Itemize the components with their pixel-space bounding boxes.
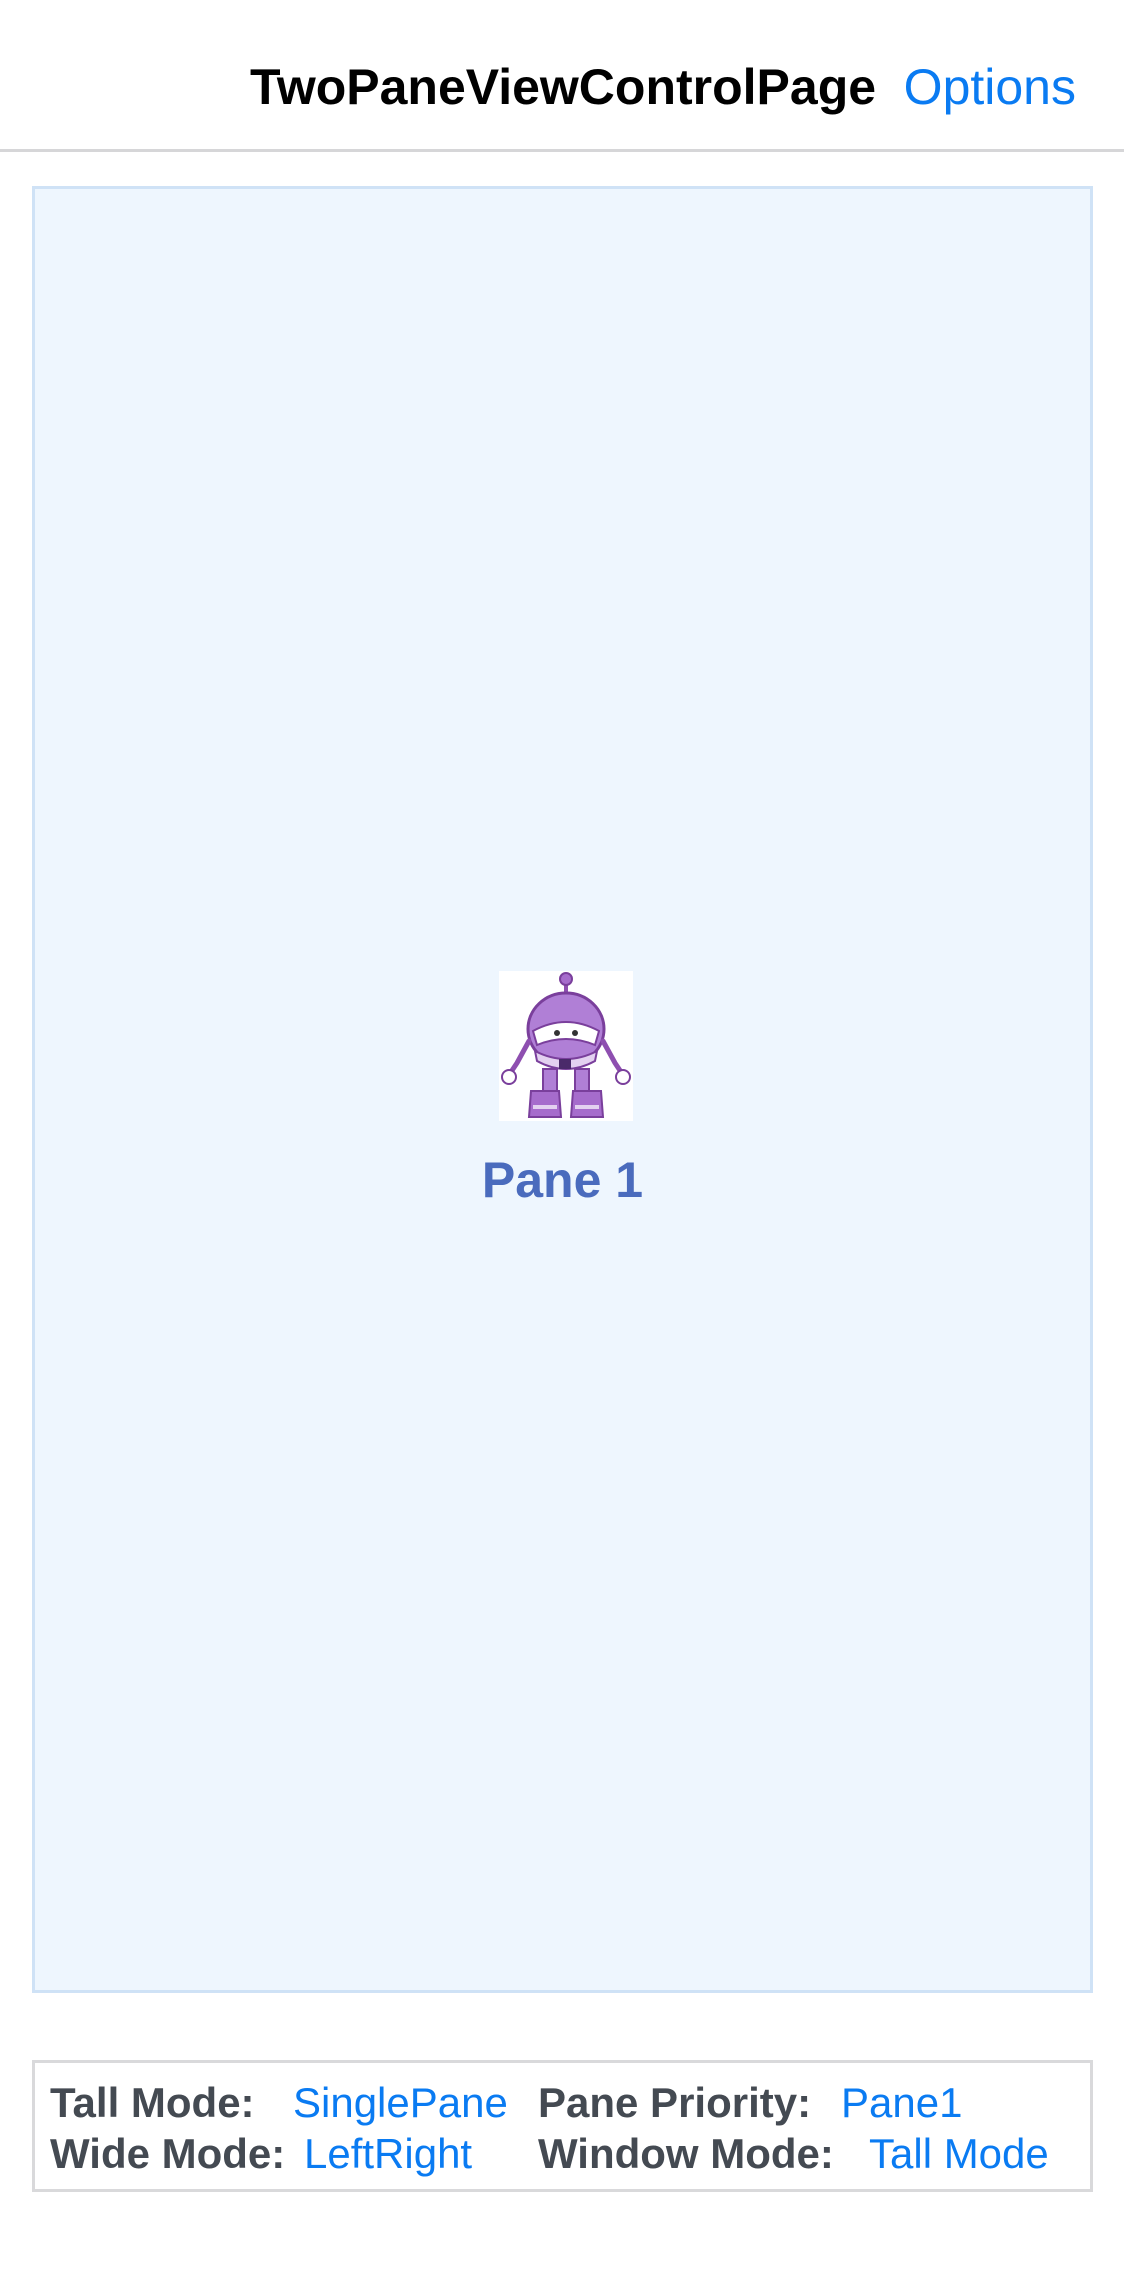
window-mode-value: Tall Mode	[869, 2130, 1049, 2177]
pane-priority-label: Pane Priority:	[538, 2079, 812, 2126]
wide-mode-label: Wide Mode:	[50, 2130, 286, 2177]
page-title: TwoPaneViewControlPage	[250, 59, 877, 115]
pane-label: Pane 1	[481, 1152, 644, 1208]
tall-mode-label: Tall Mode:	[50, 2079, 255, 2126]
tall-mode-value: SinglePane	[293, 2079, 508, 2126]
robot-mascot-icon	[499, 971, 633, 1121]
pane-1: Pane 1	[32, 186, 1093, 1993]
options-button[interactable]: Options	[904, 58, 1076, 116]
window-mode-label: Window Mode:	[538, 2130, 834, 2177]
mode-info-panel: Tall Mode: SinglePane Pane Priority: Pan…	[32, 2060, 1093, 2192]
wide-mode-value: LeftRight	[304, 2130, 473, 2177]
pane-priority-value: Pane1	[841, 2079, 963, 2126]
navigation-bar: TwoPaneViewControlPage Options	[0, 0, 1124, 152]
page: TwoPaneViewControlPage Options Pane 1 Ta…	[0, 0, 1124, 2286]
